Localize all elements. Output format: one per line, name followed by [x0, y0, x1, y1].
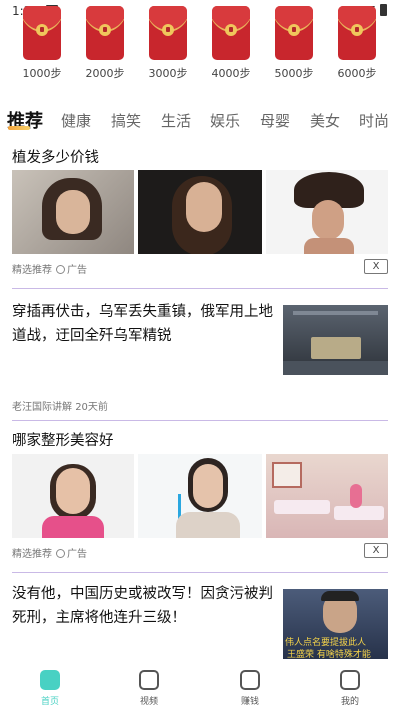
feed-source: 老汪国际讲解 — [12, 402, 72, 413]
video-icon — [139, 670, 159, 690]
feed-item-title[interactable]: 植发多少价钱 — [12, 146, 99, 170]
feed-image-military[interactable] — [283, 305, 388, 375]
step-reward-label: 2000步 — [85, 67, 125, 80]
tab-health[interactable]: 健康 — [61, 110, 91, 131]
step-reward-label: 6000步 — [337, 67, 377, 80]
red-envelope-icon — [86, 6, 124, 60]
ad-icon — [56, 549, 65, 558]
red-envelope-icon — [23, 6, 61, 60]
tab-mother-baby[interactable]: 母婴 — [260, 110, 290, 131]
feed-item-meta: 精选推荐 广告 — [12, 261, 87, 276]
ad-label: 广告 — [67, 549, 87, 560]
tab-funny[interactable]: 搞笑 — [111, 110, 141, 131]
red-envelope-icon — [149, 6, 187, 60]
feed-item-meta: 精选推荐 广告 — [12, 545, 87, 560]
nav-label: 首页 — [40, 697, 59, 707]
tab-entertainment[interactable]: 娱乐 — [210, 110, 240, 131]
feed-item-title[interactable]: 穿插再伏击，乌军丢失重镇，俄军用上地道战，迂回全歼乌军精锐 — [12, 300, 274, 348]
step-reward-1000[interactable]: 1000步 — [11, 6, 73, 81]
step-reward-4000[interactable]: 4000步 — [200, 6, 262, 81]
nav-earn[interactable]: 赚钱 — [220, 670, 280, 707]
feed-source: 精选推荐 — [12, 549, 52, 560]
red-envelope-icon — [275, 6, 313, 60]
tab-fashion[interactable]: 时尚 — [359, 110, 389, 131]
feed-divider — [12, 288, 388, 289]
red-envelope-icon — [338, 6, 376, 60]
step-reward-label: 1000步 — [22, 67, 62, 80]
step-reward-5000[interactable]: 5000步 — [263, 6, 325, 81]
step-reward-6000[interactable]: 6000步 — [326, 6, 388, 81]
tab-life[interactable]: 生活 — [161, 110, 191, 131]
tab-beauty[interactable]: 美女 — [310, 110, 340, 131]
feed-image-toothbrush[interactable] — [138, 454, 262, 538]
feed-divider — [12, 572, 388, 573]
step-reward-label: 5000步 — [274, 67, 314, 80]
feed-image-skincare[interactable] — [12, 454, 134, 538]
dismiss-ad-button[interactable]: X — [364, 259, 388, 274]
profile-icon — [340, 670, 360, 690]
nav-home[interactable]: 首页 — [20, 670, 80, 707]
feed-image-beauty-salon[interactable] — [266, 454, 388, 538]
feed-time: 20天前 — [75, 402, 108, 413]
dismiss-ad-button[interactable]: X — [364, 543, 388, 558]
nav-label: 赚钱 — [240, 697, 259, 707]
category-tabs: 推荐 健康 搞笑 生活 娱乐 母婴 美女 时尚 — [0, 104, 400, 136]
feed-source: 精选推荐 — [12, 265, 52, 276]
nav-label: 我的 — [340, 697, 359, 707]
feed-image-portrait[interactable]: 伟人点名要提拔此人 王盛荣 有啥特殊才能 — [283, 589, 388, 659]
feed-divider — [12, 420, 388, 421]
step-reward-2000[interactable]: 2000步 — [74, 6, 136, 81]
feed-item-meta: 老汪国际讲解 20天前 — [12, 398, 108, 413]
ad-label: 广告 — [67, 265, 87, 276]
bottom-navigation: 首页 视频 赚钱 我的 — [0, 664, 400, 712]
step-reward-label: 3000步 — [148, 67, 188, 80]
step-reward-label: 4000步 — [211, 67, 251, 80]
nav-video[interactable]: 视频 — [119, 670, 179, 707]
active-tab-indicator — [8, 126, 30, 130]
red-envelope-icon — [212, 6, 250, 60]
home-icon — [40, 670, 60, 690]
wallet-icon — [240, 670, 260, 690]
nav-label: 视频 — [139, 697, 158, 707]
feed-item-title[interactable]: 哪家整形美容好 — [12, 429, 114, 453]
feed-item-title[interactable]: 没有他，中国历史或被改写！因贪污被判死刑，主席将他连升三级！ — [12, 582, 274, 630]
nav-profile[interactable]: 我的 — [320, 670, 380, 707]
feed-image-haircut[interactable] — [12, 170, 134, 254]
step-reward-row: 1000步 2000步 3000步 4000步 5000步 6000步 — [0, 6, 400, 80]
feed-image-hair-up[interactable] — [266, 170, 388, 254]
thumbnail-caption: 王盛荣 有啥特殊才能 — [287, 650, 371, 659]
feed-image-model[interactable] — [138, 170, 262, 254]
step-reward-3000[interactable]: 3000步 — [137, 6, 199, 81]
ad-icon — [56, 265, 65, 274]
